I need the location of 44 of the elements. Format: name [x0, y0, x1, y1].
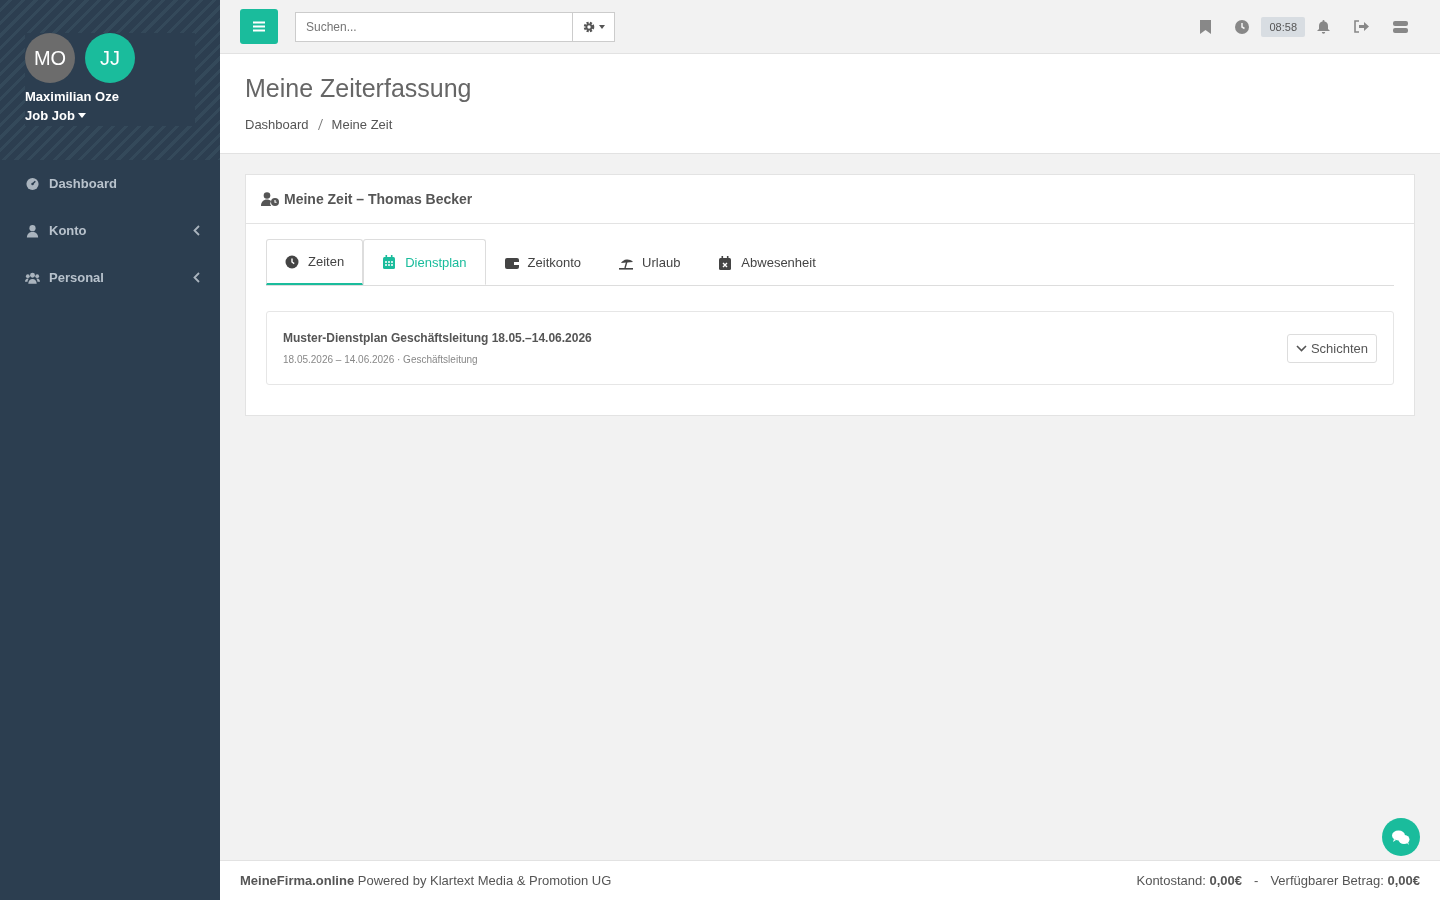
- user-name: Maximilian Oze: [25, 89, 120, 104]
- tab[interactable]: Zeiten: [266, 239, 364, 285]
- calendar-icon: [382, 255, 397, 269]
- plan-title: Muster-Dienstplan Geschäftsleitung 18.05.–14.06.2026: [283, 331, 593, 345]
- page-title: Meine Zeiterfassung: [245, 74, 473, 103]
- menu-button[interactable]: [240, 9, 278, 44]
- chevron-left-icon: [193, 225, 200, 236]
- calendar-x-icon: [718, 255, 733, 270]
- settings-dropdown[interactable]: [573, 11, 615, 42]
- nav-item[interactable]: Konto: [0, 207, 220, 254]
- nav-item[interactable]: Personal: [0, 254, 220, 301]
- available-amount: Verfügbarer Betrag: 0,00€: [1270, 873, 1420, 888]
- user-icon: [25, 223, 40, 238]
- nav-item[interactable]: Dashboard: [0, 160, 220, 207]
- chat-button[interactable]: [1382, 818, 1420, 856]
- card-title: Meine Zeit – Thomas Becker: [284, 191, 473, 207]
- bookmark-icon[interactable]: [1200, 19, 1212, 34]
- time-badge: 08:58: [1261, 16, 1305, 37]
- separator-text: -: [1254, 873, 1259, 888]
- settings-icon: [582, 20, 595, 33]
- logout-icon[interactable]: [1354, 20, 1369, 33]
- caret-icon: [77, 113, 86, 118]
- chevron-down-icon: [1295, 344, 1307, 352]
- job-dropdown[interactable]: Job Job: [25, 108, 86, 123]
- search-field[interactable]: Suchen...: [295, 11, 573, 42]
- caret-icon: [598, 24, 605, 29]
- user-clock-icon: [261, 192, 279, 206]
- wallet-icon: [504, 255, 519, 270]
- footer-credit: MeineFirma.online Powered by Klartext Media & Promotion UG: [240, 873, 612, 888]
- clock-icon[interactable]: [1235, 19, 1250, 34]
- avatar[interactable]: MO: [25, 33, 75, 83]
- clock-icon: [285, 254, 299, 269]
- gauge-icon: [25, 176, 40, 191]
- account-balance: Kontostand: 0,00€: [1136, 873, 1243, 888]
- shifts-button[interactable]: Schichten: [1286, 333, 1377, 363]
- server-icon[interactable]: [1393, 20, 1408, 33]
- bell-icon[interactable]: [1317, 19, 1330, 34]
- breadcrumb-link[interactable]: Meine Zeit: [331, 117, 393, 132]
- menu-icon: [253, 21, 265, 32]
- plan-subtitle: 18.05.2026 – 14.06.2026 · Geschäftsleitung: [283, 354, 479, 365]
- users-icon: [25, 270, 40, 285]
- chat-icon: [1392, 829, 1410, 845]
- breadcrumb-link[interactable]: Dashboard: [245, 117, 309, 132]
- chevron-left-icon: [193, 272, 200, 283]
